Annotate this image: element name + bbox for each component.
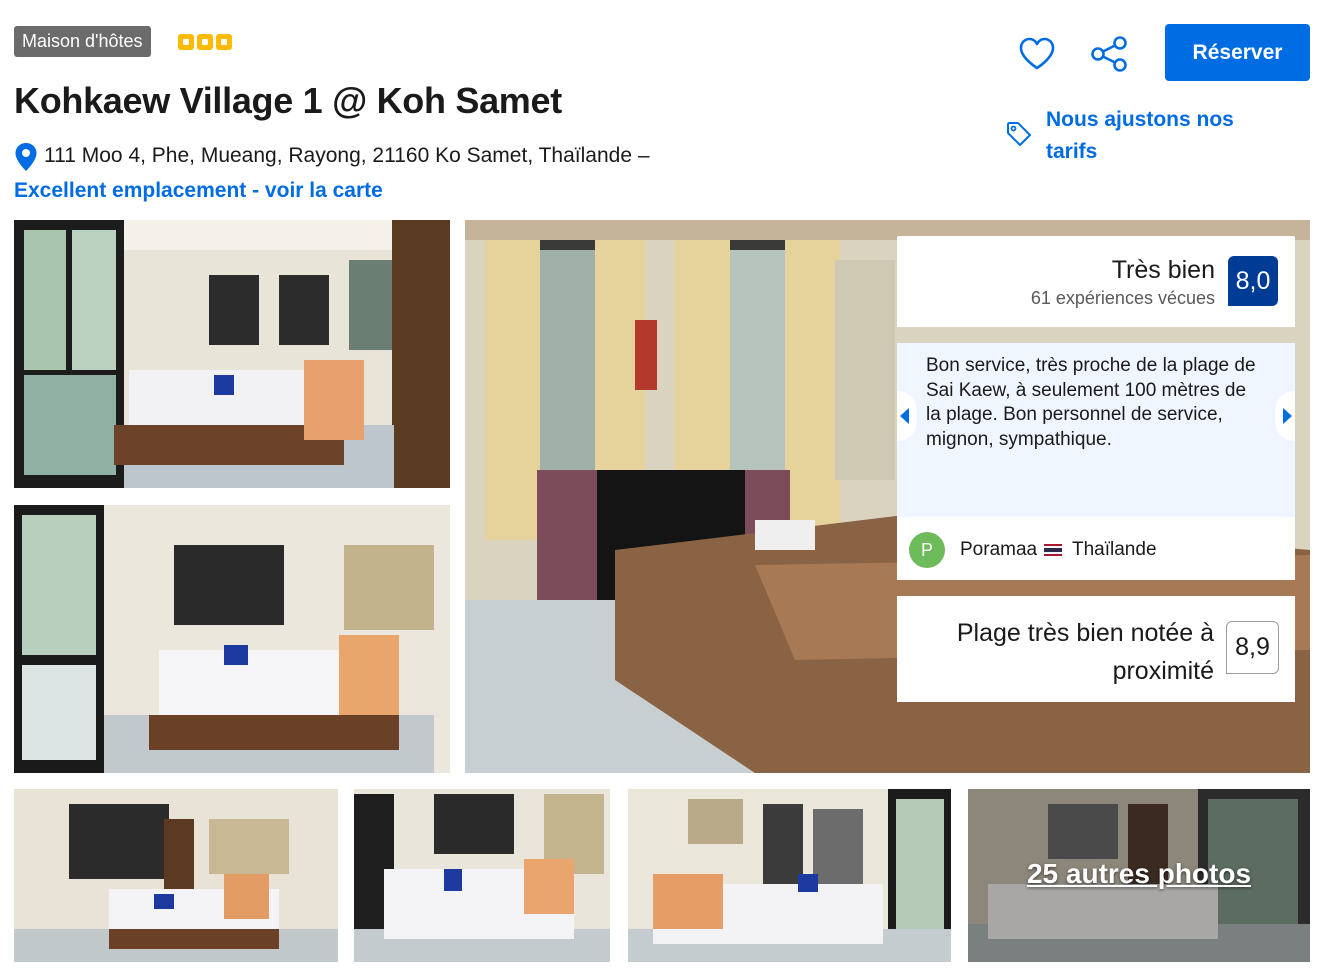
gallery-photo[interactable]: [14, 220, 450, 488]
pricing-link[interactable]: Nous ajustons nos tarifs: [1046, 104, 1266, 168]
review-text: Bon service, très proche de la plage de …: [926, 355, 1256, 450]
property-address: 111 Moo 4, Phe, Mueang, Rayong, 21160 Ko…: [44, 144, 650, 167]
reserve-button[interactable]: Réserver: [1165, 24, 1310, 81]
gallery-photo[interactable]: [14, 789, 338, 962]
heart-icon[interactable]: [1018, 36, 1056, 72]
reviewer-info: P Poramaa Thaïlande: [897, 517, 1295, 580]
more-photos-link[interactable]: 25 autres photos: [968, 789, 1310, 962]
star-icon: [216, 34, 232, 50]
review-prev-arrow-icon[interactable]: [897, 391, 917, 441]
star-rating: [178, 34, 232, 50]
gallery-photo[interactable]: [14, 505, 450, 773]
map-link[interactable]: Excellent emplacement - voir la carte: [14, 179, 383, 203]
beach-label: Plage très bien notée à proximité: [956, 619, 1214, 685]
review-score-card[interactable]: Très bien 61 expériences vécues 8,0: [897, 236, 1295, 327]
property-type-badge: Maison d'hôtes: [14, 26, 151, 57]
star-icon: [197, 34, 213, 50]
reviewer-name: Poramaa: [960, 539, 1038, 560]
location-pin-icon: [15, 143, 37, 171]
property-title: Kohkaew Village 1 @ Koh Samet: [14, 80, 562, 121]
review-next-arrow-icon[interactable]: [1275, 391, 1295, 441]
share-icon[interactable]: [1089, 34, 1129, 74]
star-icon: [178, 34, 194, 50]
review-carousel: Bon service, très proche de la plage de …: [897, 343, 1295, 517]
more-photos-label[interactable]: 25 autres photos: [1027, 858, 1251, 890]
thailand-flag-icon: [1044, 544, 1062, 556]
gallery-photo[interactable]: [354, 789, 610, 962]
avatar: P: [909, 532, 945, 568]
score-label: Très bien: [1111, 256, 1215, 284]
review-count: 61 expériences vécues: [1030, 288, 1215, 308]
gallery-photo[interactable]: [628, 789, 951, 962]
price-tag-icon: [1007, 122, 1031, 146]
beach-rating-card: Plage très bien notée à proximité 8,9: [897, 596, 1295, 702]
beach-score-badge: 8,9: [1226, 621, 1279, 674]
reviewer-country: Thaïlande: [1072, 539, 1157, 560]
score-badge: 8,0: [1228, 256, 1278, 306]
